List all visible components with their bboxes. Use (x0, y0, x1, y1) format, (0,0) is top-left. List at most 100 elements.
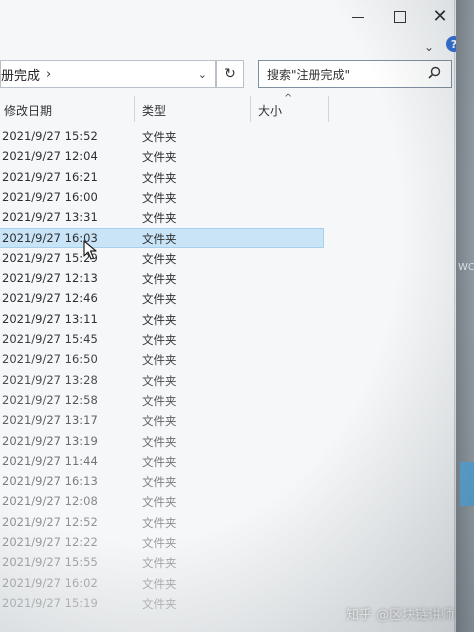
file-date-modified: 2021/9/27 12:58 (2, 392, 98, 407)
breadcrumb-chevron-icon[interactable]: › (46, 67, 51, 82)
file-date-modified: 2021/9/27 15:52 (2, 129, 98, 143)
mouse-cursor-icon (83, 240, 97, 260)
file-row[interactable]: 2021/9/27 16:02 文件夹 (0, 573, 324, 593)
file-row[interactable]: 2021/9/27 16:03 文件夹 (0, 227, 324, 248)
background-accent (460, 462, 474, 506)
search-input[interactable] (265, 66, 419, 82)
file-row[interactable]: 2021/9/27 15:29 文件夹 (0, 248, 324, 268)
file-row[interactable]: 2021/9/27 12:22 文件夹 (0, 532, 324, 552)
file-type: 文件夹 (142, 312, 177, 327)
column-divider[interactable] (134, 96, 135, 122)
sort-ascending-icon: ^ (284, 93, 293, 104)
address-history-dropdown-icon[interactable]: ⌄ (198, 68, 207, 81)
file-type: 文件夹 (142, 130, 177, 144)
file-row[interactable]: 2021/9/27 11:44 文件夹 (0, 451, 324, 471)
file-date-modified: 2021/9/27 16:13 (2, 474, 98, 489)
file-date-modified: 2021/9/27 12:46 (2, 291, 98, 306)
file-date-modified: 2021/9/27 13:31 (2, 210, 98, 225)
file-row[interactable]: 2021/9/27 15:45 文件夹 (0, 329, 324, 349)
file-type: 文件夹 (142, 556, 177, 571)
file-date-modified: 2021/9/27 12:52 (2, 514, 98, 529)
file-row[interactable]: 2021/9/27 12:52 文件夹 (0, 512, 324, 532)
file-date-modified: 2021/9/27 12:08 (2, 494, 98, 509)
column-divider[interactable] (328, 96, 329, 122)
file-type: 文件夹 (142, 475, 177, 490)
column-header-date-modified[interactable]: 修改日期 (4, 102, 52, 119)
file-explorer-window: ✕ ⌄ ? 册完成 › ⌄ ↻ 修改日期 类型 大小 (0, 0, 462, 632)
file-row[interactable]: 2021/9/27 16:00 文件夹 (0, 187, 324, 207)
file-date-modified: 2021/9/27 15:19 (2, 595, 98, 610)
file-row[interactable]: 2021/9/27 13:28 文件夹 (0, 370, 324, 390)
file-type: 文件夹 (142, 515, 177, 530)
file-date-modified: 2021/9/27 13:17 (2, 413, 98, 428)
close-button[interactable]: ✕ (420, 4, 460, 30)
search-box[interactable] (258, 60, 452, 88)
file-date-modified: 2021/9/27 12:04 (2, 149, 98, 164)
file-type: 文件夹 (142, 251, 177, 266)
file-type: 文件夹 (142, 272, 177, 287)
file-date-modified: 2021/9/27 16:00 (2, 189, 98, 204)
file-row[interactable]: 2021/9/27 15:19 文件夹 (0, 593, 324, 613)
address-bar[interactable]: 册完成 › ⌄ (0, 60, 216, 88)
file-date-modified: 2021/9/27 15:55 (2, 555, 98, 570)
file-type: 文件夹 (142, 596, 177, 611)
file-row[interactable]: 2021/9/27 13:19 文件夹 (0, 431, 324, 451)
maximize-button[interactable] (380, 4, 420, 30)
maximize-icon (394, 11, 406, 23)
file-row[interactable]: 2021/9/27 15:55 文件夹 (0, 552, 324, 572)
file-type: 文件夹 (142, 495, 177, 510)
watermark: 知乎 @区块链讲师 (346, 608, 455, 623)
background-desktop-edge (456, 0, 474, 632)
photo-of-screen: ✕ ⌄ ? 册完成 › ⌄ ↻ 修改日期 类型 大小 (0, 0, 474, 632)
file-date-modified: 2021/9/27 13:19 (2, 433, 98, 448)
search-icon[interactable] (428, 66, 441, 83)
file-type: 文件夹 (142, 393, 177, 408)
file-row[interactable]: 2021/9/27 12:04 文件夹 (0, 146, 324, 166)
file-type: 文件夹 (142, 434, 177, 449)
column-header-size[interactable]: 大小 (258, 102, 282, 119)
file-type: 文件夹 (142, 414, 177, 429)
close-icon: ✕ (432, 6, 448, 27)
file-type: 文件夹 (142, 150, 177, 165)
file-date-modified: 2021/9/27 12:22 (2, 535, 98, 549)
column-headers: 修改日期 类型 大小 ^ (0, 93, 454, 124)
minimize-icon (352, 16, 364, 18)
ribbon-expand-icon[interactable]: ⌄ (424, 40, 434, 54)
file-row[interactable]: 2021/9/27 16:13 文件夹 (0, 471, 324, 491)
file-date-modified: 2021/9/27 12:13 (2, 271, 98, 286)
column-divider[interactable] (250, 96, 251, 122)
file-date-modified: 2021/9/27 11:44 (2, 453, 98, 468)
refresh-button[interactable]: ↻ (216, 60, 244, 88)
file-type: 文件夹 (142, 190, 177, 205)
file-date-modified: 2021/9/27 13:28 (2, 372, 98, 387)
column-header-type[interactable]: 类型 (142, 102, 166, 119)
file-date-modified: 2021/9/27 13:11 (2, 311, 98, 326)
file-type: 文件夹 (142, 373, 177, 388)
file-row[interactable]: 2021/9/27 12:58 文件夹 (0, 390, 324, 410)
file-type: 文件夹 (142, 576, 177, 591)
file-row[interactable]: 2021/9/27 12:08 文件夹 (0, 491, 324, 511)
file-type: 文件夹 (142, 211, 177, 226)
file-date-modified: 2021/9/27 16:21 (2, 169, 98, 184)
background-text: WC (458, 262, 474, 273)
file-row[interactable]: 2021/9/27 13:11 文件夹 (0, 309, 324, 329)
file-type: 文件夹 (142, 454, 177, 469)
file-type: 文件夹 (142, 170, 177, 185)
file-row[interactable]: 2021/9/27 13:17 文件夹 (0, 410, 324, 430)
search-icon-graphic (428, 66, 441, 79)
file-row[interactable]: 2021/9/27 16:50 文件夹 (0, 349, 324, 369)
minimize-button[interactable] (338, 4, 378, 30)
file-type: 文件夹 (142, 353, 177, 368)
file-row[interactable]: 2021/9/27 15:52 文件夹 (0, 126, 324, 146)
file-row[interactable]: 2021/9/27 12:13 文件夹 (0, 268, 324, 288)
file-row[interactable]: 2021/9/27 16:21 文件夹 (0, 167, 324, 187)
file-row[interactable]: 2021/9/27 12:46 文件夹 (0, 288, 324, 308)
file-date-modified: 2021/9/27 16:50 (2, 352, 98, 367)
file-type: 文件夹 (142, 231, 177, 246)
file-type: 文件夹 (142, 292, 177, 307)
file-date-modified: 2021/9/27 15:45 (2, 332, 98, 346)
file-type: 文件夹 (142, 333, 177, 347)
file-type: 文件夹 (142, 536, 177, 550)
file-row[interactable]: 2021/9/27 13:31 文件夹 (0, 207, 324, 227)
breadcrumb-current-folder[interactable]: 册完成 (1, 65, 40, 84)
